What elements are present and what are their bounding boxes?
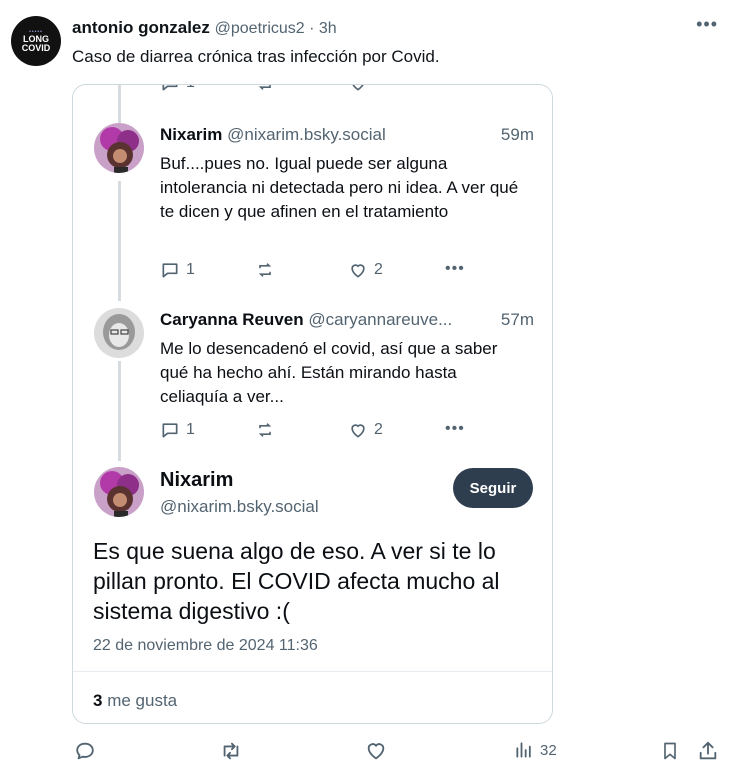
post-time[interactable]: 57m <box>501 310 534 330</box>
main-post-text: Es que suena algo de eso. A ver si te lo… <box>93 538 500 624</box>
heart-icon <box>352 85 364 91</box>
post-author-name[interactable]: Nixarim <box>160 125 222 144</box>
heart-icon <box>351 264 365 278</box>
heart-icon <box>367 743 385 760</box>
reply-count: 1 <box>186 261 195 278</box>
post-text: Buf....pues no. Igual puede ser alguna i… <box>160 154 519 221</box>
reply-button[interactable] <box>74 740 96 767</box>
author-line: antonio gonzalez @poetricus2 · 3h <box>72 18 337 38</box>
author-avatar[interactable]: ••••• LONG COVID <box>11 16 61 66</box>
main-post-date[interactable]: 22 de noviembre de 2024 11:36 <box>93 637 318 655</box>
more-icon[interactable]: ••• <box>445 85 462 91</box>
post-author-handle[interactable]: @nixarim.bsky.social <box>227 125 386 144</box>
avatar-image <box>94 308 144 358</box>
reply-action[interactable]: 1 <box>160 85 195 93</box>
author-handle[interactable]: @poetricus2 <box>215 20 305 37</box>
repost-icon <box>223 742 239 760</box>
share-icon <box>699 741 717 760</box>
thread-line <box>118 361 121 461</box>
more-icon[interactable]: ••• <box>445 260 465 278</box>
follow-button[interactable]: Seguir <box>453 468 533 508</box>
reply-icon <box>162 423 178 438</box>
post-author-name[interactable]: Caryanna Reuven <box>160 310 304 329</box>
repost-action[interactable] <box>255 420 275 440</box>
heart-icon <box>351 424 365 438</box>
like-count: 2 <box>374 421 383 438</box>
reply-icon <box>162 263 178 278</box>
reply-icon <box>162 85 178 91</box>
repost-action[interactable] <box>255 260 275 280</box>
avatar[interactable] <box>94 308 144 358</box>
likes-label: me gusta <box>102 691 178 710</box>
main-post-author-handle[interactable]: @nixarim.bsky.social <box>160 497 319 517</box>
thread-line <box>118 181 121 301</box>
share-button[interactable] <box>697 740 719 767</box>
divider <box>73 671 552 672</box>
post-action-row: 1 2 ••• <box>160 420 490 442</box>
views-icon <box>516 742 531 758</box>
more-icon[interactable]: ••• <box>696 14 718 35</box>
partial-action-row: 1 ••• <box>160 85 490 95</box>
main-post-author-name[interactable]: Nixarim <box>160 469 233 492</box>
avatar-text-line2: COVID <box>21 43 51 53</box>
post-action-row: 1 2 ••• <box>160 260 490 282</box>
post-time[interactable]: 59m <box>501 125 534 145</box>
repost-action[interactable] <box>255 85 275 93</box>
time-separator: · <box>304 20 319 37</box>
retweet-button[interactable] <box>219 740 243 767</box>
repost-icon <box>258 263 272 277</box>
views-count: 32 <box>540 741 557 759</box>
bookmark-icon <box>664 742 676 760</box>
repost-icon <box>258 423 272 437</box>
like-action[interactable]: 2 <box>348 420 383 440</box>
post-author-handle[interactable]: @caryannareuve... <box>308 310 452 329</box>
thread-line <box>118 85 121 123</box>
views-button[interactable]: 32 <box>514 740 557 760</box>
embedded-post-card[interactable]: 1 ••• Nixarim @nixarim.bsky.social 59m B… <box>72 84 553 724</box>
like-action[interactable] <box>348 85 368 93</box>
reply-count: 1 <box>186 85 195 92</box>
avatar-image <box>94 467 144 517</box>
avatar[interactable] <box>94 467 144 517</box>
post-header: Nixarim @nixarim.bsky.social <box>160 125 386 145</box>
reply-icon <box>76 742 94 760</box>
tweet-time[interactable]: 3h <box>319 20 337 37</box>
like-action[interactable]: 2 <box>348 260 383 280</box>
reply-action[interactable]: 1 <box>160 420 195 440</box>
author-name[interactable]: antonio gonzalez <box>72 18 210 37</box>
post-text: Me lo desencadenó el covid, así que a sa… <box>160 339 498 406</box>
avatar[interactable] <box>94 123 144 173</box>
avatar-image <box>94 123 144 173</box>
post-header: Caryanna Reuven @caryannareuve... <box>160 310 452 330</box>
like-button[interactable] <box>365 740 387 767</box>
like-count: 2 <box>374 261 383 278</box>
reply-action[interactable]: 1 <box>160 260 195 280</box>
bookmark-button[interactable] <box>660 740 680 767</box>
repost-icon <box>258 85 271 90</box>
more-icon[interactable]: ••• <box>445 420 465 438</box>
likes-summary[interactable]: 3 me gusta <box>93 691 177 711</box>
reply-count: 1 <box>186 421 195 438</box>
tweet-text: Caso de diarrea crónica tras infección p… <box>72 47 440 66</box>
